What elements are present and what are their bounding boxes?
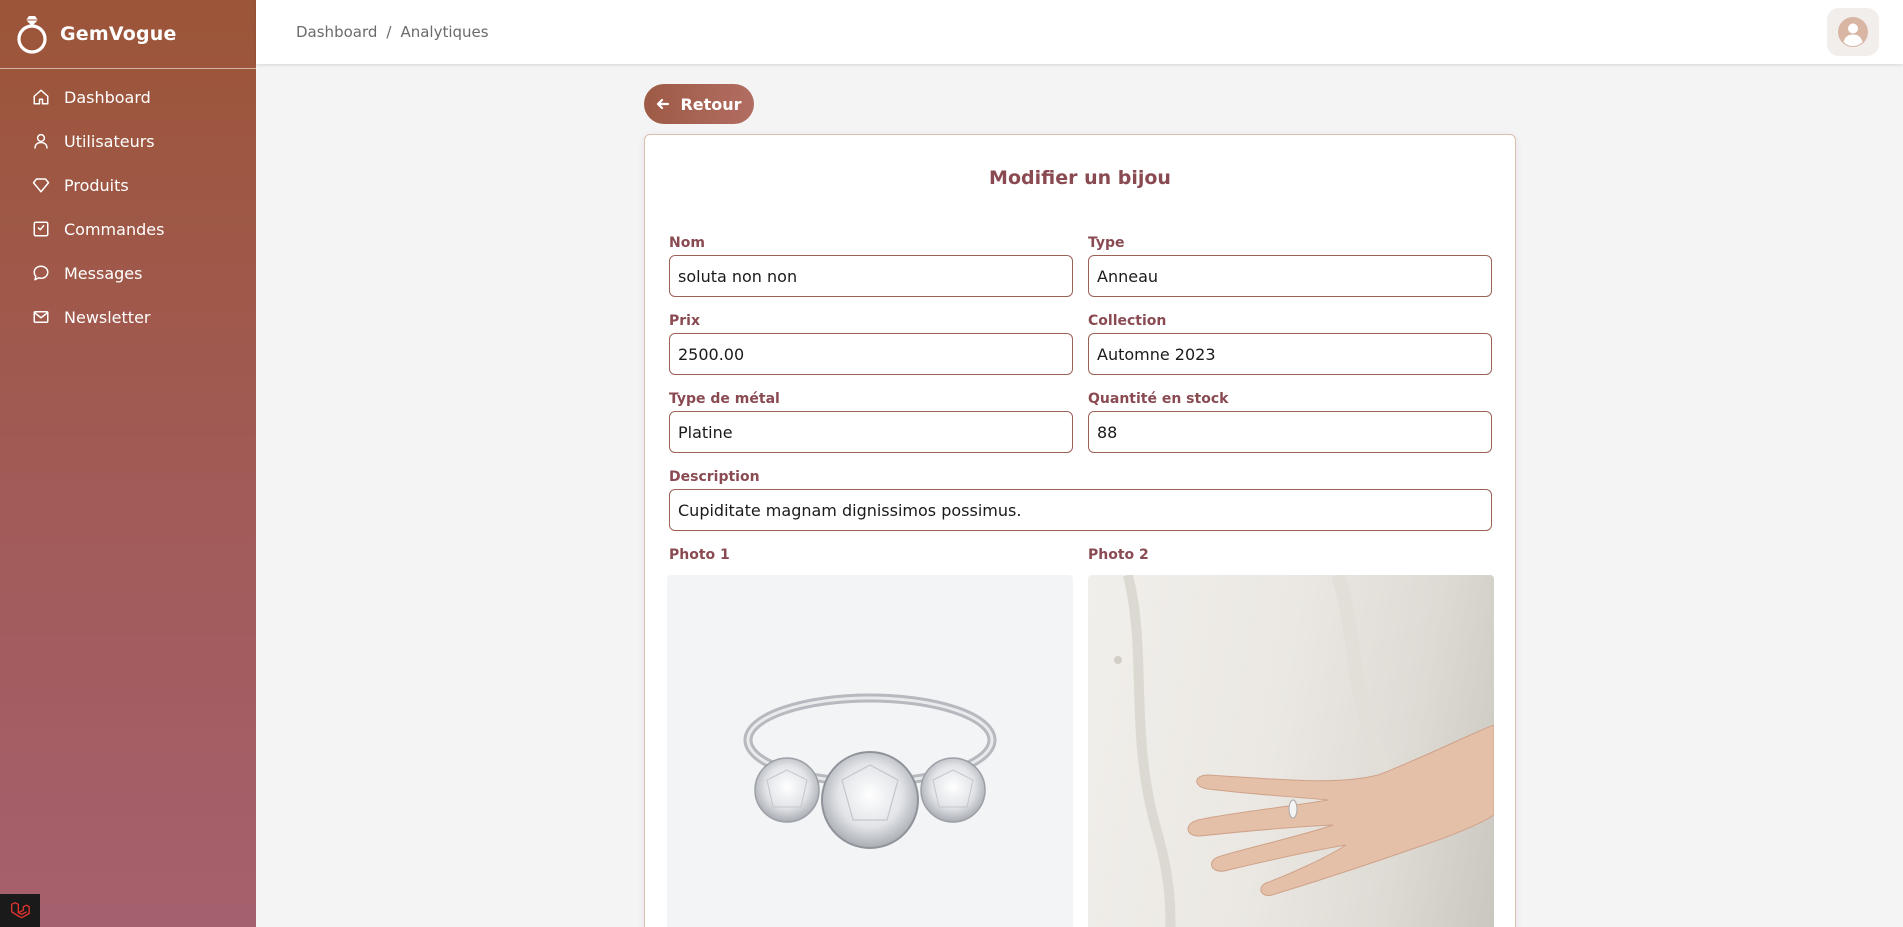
order-icon bbox=[33, 221, 49, 237]
sidebar-item-label: Utilisateurs bbox=[64, 131, 155, 151]
home-icon bbox=[33, 89, 49, 105]
laravel-icon bbox=[11, 901, 30, 918]
prix-input[interactable] bbox=[669, 333, 1073, 375]
type-label: Type bbox=[1088, 235, 1125, 251]
breadcrumb-current: Analytiques bbox=[400, 23, 489, 41]
mail-icon bbox=[33, 311, 49, 323]
edit-jewel-form: Modifier un bijou Nom Type Prix Collecti… bbox=[644, 134, 1516, 927]
sidebar-item-commandes[interactable]: Commandes bbox=[0, 207, 256, 251]
breadcrumb-dashboard-link[interactable]: Dashboard bbox=[296, 23, 377, 41]
metal-label: Type de métal bbox=[669, 391, 780, 407]
ring-photo bbox=[743, 693, 997, 849]
breadcrumb: Dashboard / Analytiques bbox=[296, 23, 489, 41]
diamond-icon bbox=[32, 178, 50, 193]
ring-logo-icon bbox=[17, 16, 47, 54]
sidebar-item-label: Dashboard bbox=[64, 87, 151, 107]
metal-input[interactable] bbox=[669, 411, 1073, 453]
photo1-label: Photo 1 bbox=[669, 547, 730, 563]
brand[interactable]: GemVogue bbox=[0, 0, 256, 69]
sidebar-item-dashboard[interactable]: Dashboard bbox=[0, 75, 256, 119]
breadcrumb-separator: / bbox=[386, 23, 392, 41]
description-input[interactable] bbox=[669, 489, 1492, 531]
sidebar-item-newsletter[interactable]: Newsletter bbox=[0, 295, 256, 339]
sidebar-item-label: Newsletter bbox=[64, 307, 151, 327]
user-avatar-icon bbox=[1838, 17, 1868, 47]
nom-label: Nom bbox=[669, 235, 705, 251]
chat-icon bbox=[33, 265, 49, 281]
topbar: Dashboard / Analytiques bbox=[256, 0, 1903, 64]
hand-wearing-ring-photo bbox=[1114, 575, 1494, 927]
collection-input[interactable] bbox=[1088, 333, 1492, 375]
sidebar-item-label: Messages bbox=[64, 263, 143, 283]
sidebar-item-label: Commandes bbox=[64, 219, 165, 239]
prix-label: Prix bbox=[669, 313, 700, 329]
arrow-left-icon bbox=[657, 98, 670, 110]
photo1-image[interactable] bbox=[667, 575, 1073, 927]
brand-name: GemVogue bbox=[60, 23, 177, 45]
user-avatar-button[interactable] bbox=[1827, 8, 1879, 56]
sidebar-nav: Dashboard Utilisateurs Produits Commande… bbox=[0, 69, 256, 339]
sidebar-item-messages[interactable]: Messages bbox=[0, 251, 256, 295]
collection-label: Collection bbox=[1088, 313, 1167, 329]
nom-input[interactable] bbox=[669, 255, 1073, 297]
back-button[interactable]: Retour bbox=[644, 84, 754, 124]
back-button-label: Retour bbox=[680, 94, 742, 114]
sidebar: GemVogue Dashboard Utilisateurs Produits… bbox=[0, 0, 256, 927]
photo2-label: Photo 2 bbox=[1088, 547, 1149, 563]
form-title: Modifier un bijou bbox=[989, 167, 1171, 189]
user-icon bbox=[34, 133, 48, 149]
stock-input[interactable] bbox=[1088, 411, 1492, 453]
sidebar-item-label: Produits bbox=[64, 175, 129, 195]
type-input[interactable] bbox=[1088, 255, 1492, 297]
description-label: Description bbox=[669, 469, 760, 485]
stock-label: Quantité en stock bbox=[1088, 391, 1229, 407]
photo2-image[interactable] bbox=[1088, 575, 1494, 927]
sidebar-item-utilisateurs[interactable]: Utilisateurs bbox=[0, 119, 256, 163]
laravel-debugbar-button[interactable] bbox=[0, 894, 40, 927]
sidebar-item-produits[interactable]: Produits bbox=[0, 163, 256, 207]
